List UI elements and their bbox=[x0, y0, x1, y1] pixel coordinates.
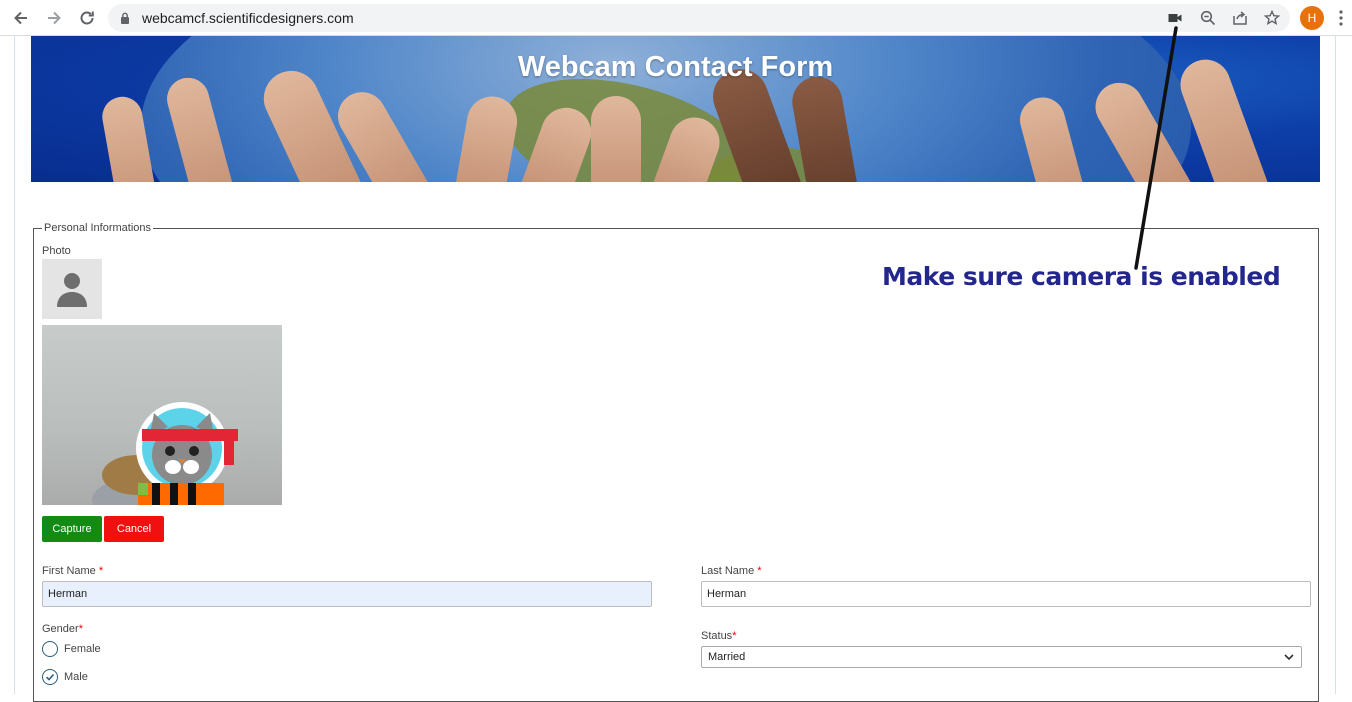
forward-button[interactable] bbox=[42, 6, 66, 30]
gender-label-text: Gender bbox=[42, 623, 79, 635]
webcam-preview bbox=[42, 325, 282, 505]
share-icon bbox=[1233, 11, 1247, 25]
gender-male-radio[interactable] bbox=[42, 669, 58, 685]
gender-female-radio[interactable] bbox=[42, 641, 58, 657]
back-button[interactable] bbox=[9, 6, 33, 30]
first-name-input[interactable]: Herman bbox=[42, 581, 652, 607]
required-mark: * bbox=[757, 565, 762, 577]
arrow-right-icon bbox=[48, 11, 61, 25]
page-content: Webcam Contact Form Personal Information… bbox=[14, 36, 1336, 702]
gender-female-label: Female bbox=[64, 643, 101, 655]
lock-icon bbox=[121, 12, 129, 24]
reload-button[interactable] bbox=[75, 6, 99, 30]
first-name-label: First Name * bbox=[42, 565, 103, 577]
kebab-menu-icon bbox=[1339, 10, 1343, 26]
photo-placeholder bbox=[42, 259, 102, 319]
photo-label: Photo bbox=[42, 245, 71, 257]
header-banner: Webcam Contact Form bbox=[31, 36, 1320, 182]
arrow-left-icon bbox=[14, 11, 27, 25]
cancel-button[interactable]: Cancel bbox=[104, 516, 164, 542]
gender-label: Gender* bbox=[42, 623, 83, 635]
star-icon bbox=[1264, 10, 1280, 26]
avatar-initial: H bbox=[1307, 11, 1317, 25]
reload-icon bbox=[80, 11, 94, 25]
status-select[interactable]: Married bbox=[701, 646, 1302, 668]
profile-avatar[interactable]: H bbox=[1300, 6, 1324, 30]
video-camera-icon bbox=[1168, 14, 1182, 22]
last-name-label-text: Last Name bbox=[701, 565, 755, 577]
status-selected-value: Married bbox=[708, 651, 746, 663]
page-title: Webcam Contact Form bbox=[517, 51, 834, 83]
required-mark: * bbox=[78, 623, 83, 635]
bookmark-button[interactable] bbox=[1263, 9, 1281, 27]
browser-menu-button[interactable] bbox=[1336, 8, 1346, 28]
capture-button[interactable]: Capture bbox=[42, 516, 102, 542]
last-name-value: Herman bbox=[707, 588, 747, 600]
address-bar[interactable]: webcamcf.scientificdesigners.com bbox=[108, 4, 1290, 32]
zoom-button[interactable] bbox=[1199, 9, 1217, 27]
required-mark: * bbox=[98, 565, 104, 577]
last-name-input[interactable]: Herman bbox=[701, 581, 1311, 607]
first-name-label-text: First Name bbox=[42, 565, 96, 577]
zoom-out-icon bbox=[1200, 10, 1216, 26]
last-name-label: Last Name * bbox=[701, 565, 762, 577]
url-text: webcamcf.scientificdesigners.com bbox=[142, 10, 354, 26]
required-mark: * bbox=[732, 630, 737, 642]
webcam-avatar-image bbox=[92, 402, 238, 505]
fieldset-legend: Personal Informations bbox=[44, 222, 151, 234]
share-button[interactable] bbox=[1231, 9, 1249, 27]
checkmark-icon bbox=[45, 673, 55, 681]
annotation-text: Make sure camera is enabled bbox=[882, 262, 1281, 291]
browser-toolbar: webcamcf.scientificdesigners.com H bbox=[0, 0, 1352, 36]
camera-indicator[interactable] bbox=[1166, 9, 1184, 27]
user-icon bbox=[57, 273, 87, 307]
chevron-down-icon bbox=[1284, 654, 1294, 661]
status-label: Status* bbox=[701, 630, 736, 642]
status-label-text: Status bbox=[701, 630, 733, 642]
first-name-value: Herman bbox=[48, 588, 88, 600]
gender-male-label: Male bbox=[64, 671, 88, 683]
